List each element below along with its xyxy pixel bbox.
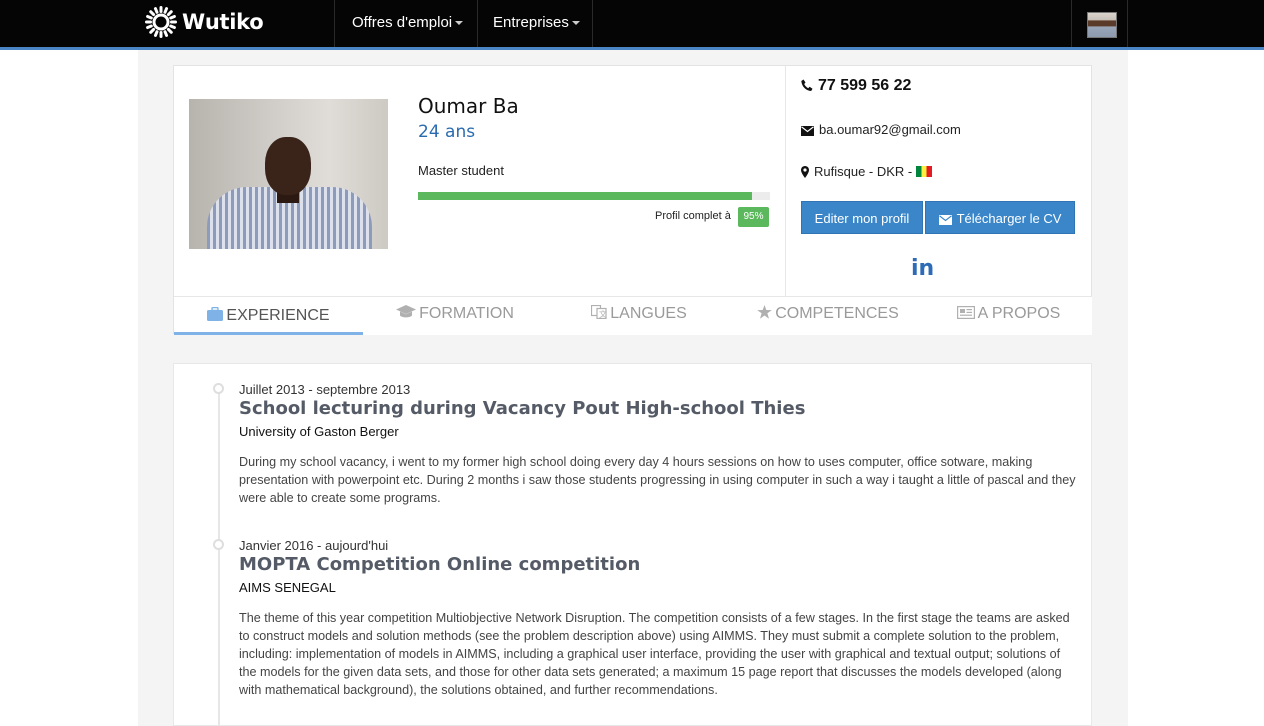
nav-entreprises[interactable]: Entreprises xyxy=(493,0,580,47)
photo-head xyxy=(265,137,311,195)
tab-competences[interactable]: COMPETENCES xyxy=(731,297,925,335)
nav-divider xyxy=(592,0,593,47)
tab-experience-label: EXPERIENCE xyxy=(226,307,330,324)
nav-offres-emploi[interactable]: Offres d'emploi xyxy=(352,0,464,47)
edit-profile-button[interactable]: Editer mon profil xyxy=(801,201,923,234)
experience-title[interactable]: MOPTA Competition Online competition xyxy=(239,554,640,575)
star-icon xyxy=(757,305,773,319)
tab-formation-label: FORMATION xyxy=(419,305,514,322)
caret-down-icon xyxy=(571,21,580,26)
edit-profile-label: Editer mon profil xyxy=(814,211,910,226)
nav-divider xyxy=(477,0,478,47)
tab-langues-label: LANGUES xyxy=(610,305,687,322)
linkedin-icon[interactable]: in xyxy=(911,256,934,281)
nav-divider xyxy=(1071,0,1072,47)
profile-age: 24 ans xyxy=(418,122,476,142)
profile-completion-fill xyxy=(418,192,753,200)
tab-competences-label: COMPETENCES xyxy=(775,305,899,322)
language-icon: 文 xyxy=(591,305,607,320)
tab-langues[interactable]: 文 LANGUES xyxy=(547,297,731,335)
envelope-icon xyxy=(938,214,952,225)
profile-completion-bar xyxy=(418,192,770,200)
user-avatar[interactable] xyxy=(1087,12,1117,38)
timeline-line xyxy=(218,389,220,726)
timeline-dot xyxy=(213,383,224,394)
tab-experience[interactable]: EXPERIENCE xyxy=(174,297,363,335)
experience-date: Janvier 2016 - aujourd'hui xyxy=(239,538,389,553)
experience-company: AIMS SENEGAL xyxy=(239,580,336,595)
experience-description: The theme of this year competition Multi… xyxy=(239,611,1070,697)
nav-entreprises-label: Entreprises xyxy=(493,14,569,31)
brand-logo[interactable]: Wutiko xyxy=(144,5,264,39)
vertical-divider xyxy=(785,66,786,296)
senegal-flag-icon xyxy=(916,166,933,177)
experience-description: During my school vacancy, i went to my f… xyxy=(239,455,1076,505)
email-address: ba.oumar92@gmail.com xyxy=(819,122,961,137)
contact-phone: 77 599 56 22 xyxy=(801,77,911,95)
tab-a-propos[interactable]: A PROPOS xyxy=(925,297,1092,335)
profile-completion-label: Profil complet à xyxy=(655,210,731,222)
tab-a-propos-label: A PROPOS xyxy=(977,305,1061,322)
nav-divider xyxy=(1127,0,1128,47)
profile-name: Oumar Ba xyxy=(418,94,519,118)
experience-date: Juillet 2013 - septembre 2013 xyxy=(239,382,411,397)
location-text: Rufisque - DKR - xyxy=(814,164,913,179)
download-cv-label: Télécharger le CV xyxy=(956,211,1062,226)
phone-number: 77 599 56 22 xyxy=(818,77,912,94)
contact-email: ba.oumar92@gmail.com xyxy=(801,122,961,137)
wutiko-logo-icon xyxy=(145,6,177,38)
download-cv-button[interactable]: Télécharger le CV xyxy=(925,201,1075,234)
experience-title[interactable]: School lecturing during Vacancy Pout Hig… xyxy=(239,398,805,419)
profile-tabs: EXPERIENCE FORMATION 文 LANGUES COMPETENC… xyxy=(174,297,1092,335)
experience-company: University of Gaston Berger xyxy=(239,424,399,439)
timeline-dot xyxy=(213,539,224,550)
nav-offres-label: Offres d'emploi xyxy=(352,14,453,31)
brand-name: Wutiko xyxy=(182,10,264,34)
nav-divider xyxy=(334,0,335,47)
profile-headline: Master student xyxy=(418,163,504,178)
graduation-cap-icon xyxy=(396,305,417,318)
top-navbar: Wutiko Offres d'emploi Entreprises xyxy=(0,0,1264,50)
svg-text:文: 文 xyxy=(599,309,607,319)
profile-photo xyxy=(189,99,388,249)
phone-icon xyxy=(801,79,813,92)
tab-formation[interactable]: FORMATION xyxy=(363,297,547,335)
contact-location: Rufisque - DKR - xyxy=(801,164,933,179)
map-marker-icon xyxy=(801,165,809,178)
caret-down-icon xyxy=(455,21,464,26)
newspaper-icon xyxy=(956,305,975,319)
envelope-icon xyxy=(801,125,814,136)
briefcase-icon xyxy=(207,307,224,322)
completion-badge: 95% xyxy=(738,207,769,227)
